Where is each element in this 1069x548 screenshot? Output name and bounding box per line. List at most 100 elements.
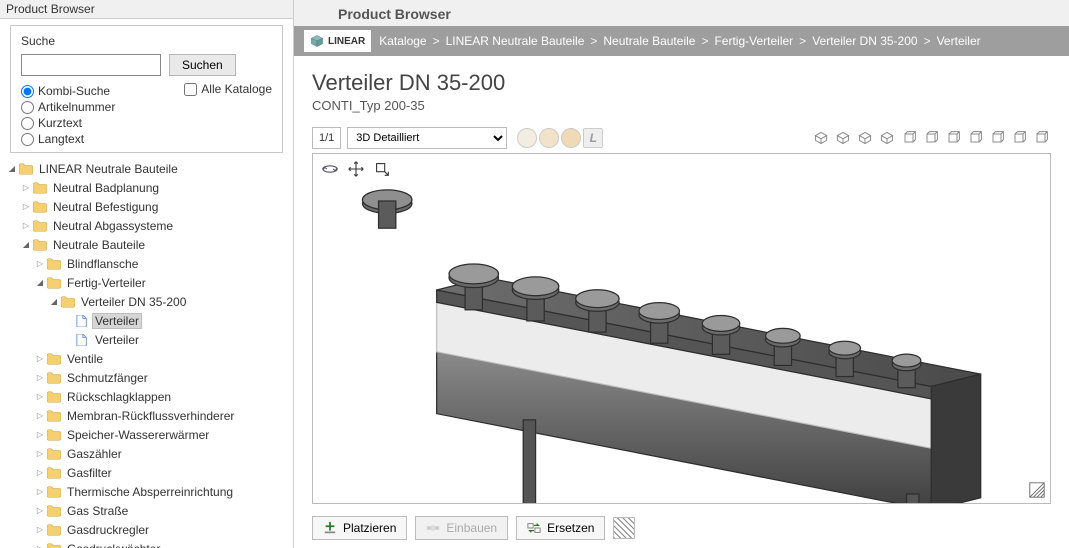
tree-item[interactable]: Blindflansche (4, 254, 293, 273)
tree-item-label: Verteiler DN 35-200 (79, 295, 188, 309)
view-angle-button-5[interactable] (921, 128, 941, 148)
breadcrumb-item[interactable]: Fertig-Verteiler (714, 34, 793, 48)
tree-item[interactable]: Verteiler DN 35-200 (4, 292, 293, 311)
tree-item[interactable]: Ventile (4, 349, 293, 368)
tree-item[interactable]: Neutral Badplanung (4, 178, 293, 197)
tree-item[interactable]: Membran-Rückflussverhinderer (4, 406, 293, 425)
view-angle-button-2[interactable] (855, 128, 875, 148)
search-radio-1[interactable]: Artikelnummer (21, 100, 115, 114)
tree-item-label: Rückschlagklappen (65, 390, 173, 404)
breadcrumb-sep: > (590, 34, 597, 48)
view-mode-select[interactable]: 3D Detailliert (347, 127, 507, 149)
left-pane: Product Browser Suche Suchen Kombi-Suche… (0, 0, 294, 548)
resize-corner-icon[interactable] (1028, 481, 1046, 499)
tree-item[interactable]: Neutral Befestigung (4, 197, 293, 216)
tree-twisty[interactable] (34, 543, 46, 548)
tree-item-label: Verteiler (93, 333, 141, 347)
folder-icon (60, 295, 76, 309)
folder-icon (46, 371, 62, 385)
tree-item[interactable]: LINEAR Neutrale Bauteile (4, 159, 293, 178)
view-angle-button-9[interactable] (1009, 128, 1029, 148)
tree-item-label: Verteiler (93, 314, 141, 328)
right-pane: Product Browser LINEAR Kataloge>LINEAR N… (294, 0, 1069, 548)
tree-item[interactable]: Gaszähler (4, 444, 293, 463)
tree-item[interactable]: Neutrale Bauteile (4, 235, 293, 254)
view-angle-button-4[interactable] (899, 128, 919, 148)
tree-twisty[interactable] (34, 505, 46, 516)
tree-item-label: Neutrale Bauteile (51, 238, 147, 252)
search-input[interactable] (21, 54, 161, 76)
tree-item[interactable]: Gasdruckwächter (4, 539, 293, 548)
tree-item[interactable]: Gasdruckregler (4, 520, 293, 539)
breadcrumb-item: Verteiler (937, 34, 981, 48)
view-angle-button-7[interactable] (965, 128, 985, 148)
file-icon (74, 314, 90, 328)
tree-item[interactable]: Neutral Abgassysteme (4, 216, 293, 235)
breadcrumb-item[interactable]: Neutrale Bauteile (603, 34, 695, 48)
tree-item-label: Thermische Absperreinrichtung (65, 485, 235, 499)
page-subtitle: CONTI_Typ 200-35 (312, 98, 1051, 113)
tree-twisty[interactable] (34, 429, 46, 440)
view-angle-button-0[interactable] (811, 128, 831, 148)
tree-twisty[interactable] (6, 163, 18, 174)
tree-item[interactable]: Gas Straße (4, 501, 293, 520)
view-angle-button-8[interactable] (987, 128, 1007, 148)
replace-button[interactable]: Ersetzen (516, 516, 605, 540)
folder-icon (46, 523, 62, 537)
tree-twisty[interactable] (20, 182, 32, 193)
tree-twisty[interactable] (20, 239, 32, 250)
tree-twisty[interactable] (34, 486, 46, 497)
page-indicator: 1/1 (312, 127, 341, 149)
tree-item[interactable]: Gasfilter (4, 463, 293, 482)
breadcrumb-item[interactable]: Verteiler DN 35-200 (812, 34, 917, 48)
tree-item[interactable]: Thermische Absperreinrichtung (4, 482, 293, 501)
folder-icon (46, 485, 62, 499)
view-angle-button-6[interactable] (943, 128, 963, 148)
tree-twisty[interactable] (48, 296, 60, 307)
tree-twisty[interactable] (34, 353, 46, 364)
texture-option-3[interactable] (561, 128, 581, 148)
tree-item[interactable]: Verteiler (4, 330, 293, 349)
tree-twisty[interactable] (34, 410, 46, 421)
tree-twisty[interactable] (34, 372, 46, 383)
tree-item[interactable]: Fertig-Verteiler (4, 273, 293, 292)
folder-icon (46, 276, 62, 290)
tree-twisty[interactable] (34, 448, 46, 459)
tree-item[interactable]: Verteiler (4, 311, 293, 330)
tree-twisty[interactable] (34, 258, 46, 269)
tree-twisty[interactable] (34, 524, 46, 535)
page-title: Verteiler DN 35-200 (312, 70, 1051, 96)
tree-item-label: Gasdruckregler (65, 523, 151, 537)
search-radio-3[interactable]: Langtext (21, 132, 115, 146)
breadcrumb-item[interactable]: LINEAR Neutrale Bauteile (446, 34, 585, 48)
all-catalogs-checkbox[interactable] (184, 83, 197, 96)
search-button[interactable]: Suchen (169, 54, 236, 76)
texture-option-1[interactable] (517, 128, 537, 148)
folder-icon (46, 409, 62, 423)
3d-viewport[interactable] (312, 153, 1051, 504)
tree-twisty[interactable] (20, 201, 32, 212)
tree-twisty[interactable] (20, 220, 32, 231)
texture-option-label[interactable]: L (583, 128, 603, 148)
breadcrumb-item[interactable]: Kataloge (379, 34, 426, 48)
manifold-render (313, 154, 1050, 504)
view-angle-button-3[interactable] (877, 128, 897, 148)
tree-item[interactable]: Speicher-Wassererwärmer (4, 425, 293, 444)
view-angle-button-1[interactable] (833, 128, 853, 148)
tree-item-label: Gas Straße (65, 504, 130, 518)
left-pane-title: Product Browser (0, 0, 293, 19)
place-button[interactable]: Platzieren (312, 516, 407, 540)
folder-icon (32, 181, 48, 195)
texture-option-2[interactable] (539, 128, 559, 148)
hatch-toggle[interactable] (613, 517, 635, 539)
tree-twisty[interactable] (34, 391, 46, 402)
search-radio-2[interactable]: Kurztext (21, 116, 115, 130)
tree-twisty[interactable] (34, 467, 46, 478)
search-radio-0[interactable]: Kombi-Suche (21, 84, 115, 98)
tree-item[interactable]: Rückschlagklappen (4, 387, 293, 406)
view-angle-button-10[interactable] (1031, 128, 1051, 148)
catalog-tree[interactable]: LINEAR Neutrale Bauteile Neutral Badplanu… (0, 155, 293, 548)
tree-item-label: Neutral Badplanung (51, 181, 161, 195)
tree-item[interactable]: Schmutzfänger (4, 368, 293, 387)
tree-twisty[interactable] (34, 277, 46, 288)
